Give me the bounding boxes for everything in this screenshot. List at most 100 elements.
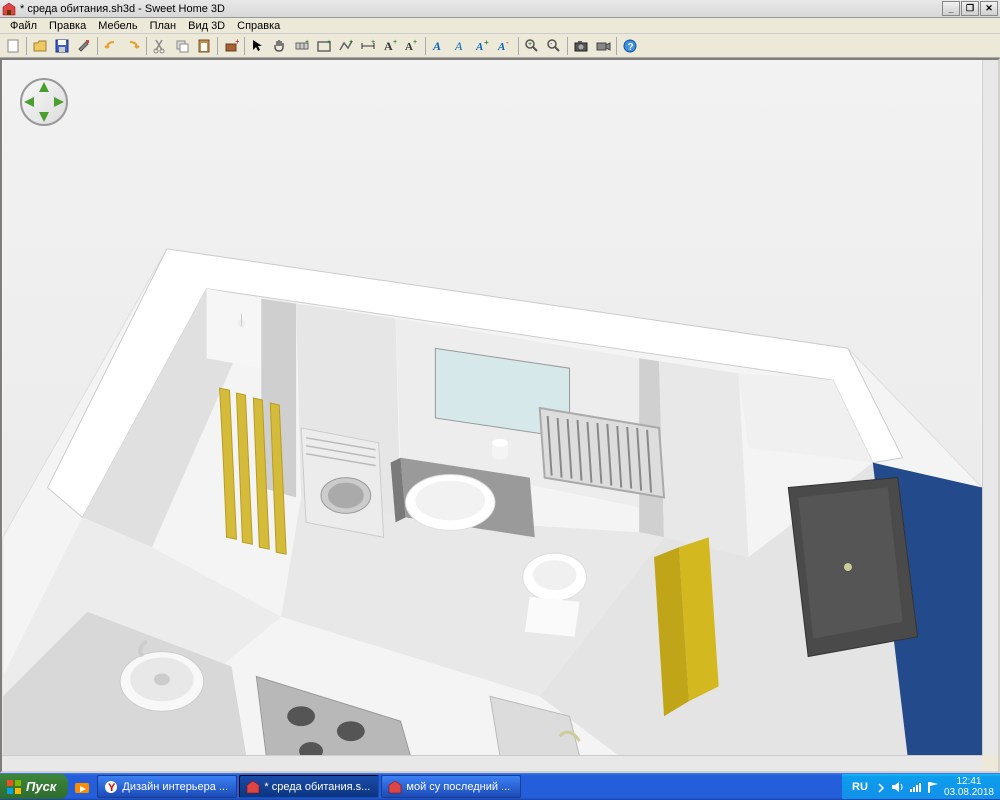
preferences-button[interactable] [73,35,95,57]
yandex-icon: Y [104,780,118,794]
task-label-2: * среда обитания.s... [264,781,370,793]
sweethome-icon [246,780,260,794]
svg-text:+: + [393,39,397,46]
paste-button[interactable] [193,35,215,57]
quick-launch [68,777,96,797]
compass-up-icon[interactable] [39,82,49,92]
photo-button[interactable] [570,35,592,57]
compass-down-icon[interactable] [39,112,49,122]
svg-text:A: A [432,39,441,53]
svg-text:+: + [349,39,353,46]
svg-text:+: + [413,39,417,46]
cut-button[interactable] [149,35,171,57]
dimension-tool[interactable]: + [357,35,379,57]
scroll-corner [982,755,998,771]
clock-date: 03.08.2018 [944,787,994,798]
select-tool[interactable] [247,35,269,57]
open-button[interactable] [29,35,51,57]
language-indicator[interactable]: RU [848,781,872,793]
title-bar: * среда обитания.sh3d - Sweet Home 3D _ … [0,0,1000,18]
separator [26,37,27,55]
compass-left-icon[interactable] [24,97,34,107]
separator [616,37,617,55]
save-button[interactable] [51,35,73,57]
room-3d-render [2,60,982,755]
separator [244,37,245,55]
minimize-button[interactable]: _ [942,1,960,16]
add-furniture-button[interactable]: + [220,35,242,57]
volume-icon[interactable] [890,780,904,794]
3d-viewport[interactable] [2,60,982,755]
svg-text:+: + [235,38,239,46]
menu-plan[interactable]: План [144,19,183,33]
start-button[interactable]: Пуск [0,774,68,799]
room-tool[interactable]: + [313,35,335,57]
maximize-button[interactable]: ❐ [961,1,979,16]
taskbar-task-sweethome2[interactable]: мой су последний ... [381,775,521,798]
quicklaunch-item-1[interactable] [72,777,92,797]
text-size-up[interactable]: A+ [472,35,494,57]
text-tool[interactable]: A+ [379,35,401,57]
separator [425,37,426,55]
separator [97,37,98,55]
menu-file[interactable]: Файл [4,19,43,33]
sweethome-icon [388,780,402,794]
horizontal-scrollbar[interactable] [2,755,982,771]
help-button[interactable]: ? [619,35,641,57]
svg-text:Y: Y [108,782,116,794]
start-label: Пуск [26,779,56,794]
wall-tool[interactable]: + [291,35,313,57]
text-size-down[interactable]: A- [494,35,516,57]
network-icon[interactable] [908,780,922,794]
window-title: * среда обитания.sh3d - Sweet Home 3D [20,3,942,15]
svg-text:?: ? [628,42,634,53]
copy-button[interactable] [171,35,193,57]
taskbar-task-browser[interactable]: Y Дизайн интерьера ... [97,775,237,798]
menu-help[interactable]: Справка [231,19,286,33]
text-italic[interactable]: A [450,35,472,57]
task-label-3: мой су последний ... [406,781,510,793]
new-button[interactable] [2,35,24,57]
tray-expand-icon[interactable] [876,780,886,794]
app-icon [2,2,16,16]
text-bold[interactable]: A [428,35,450,57]
text-tool-2[interactable]: A+ [401,35,423,57]
svg-text:+: + [484,38,489,47]
toolbar: + + + + + A+ A+ A A A+ A- + - ? [0,34,1000,58]
pan-tool[interactable] [269,35,291,57]
clock[interactable]: 12:41 03.08.2018 [944,776,994,798]
vertical-scrollbar[interactable] [982,60,998,755]
separator [518,37,519,55]
svg-text:A: A [405,41,413,53]
menu-view3d[interactable]: Вид 3D [182,19,231,33]
taskbar-task-sweethome[interactable]: * среда обитания.s... [239,775,379,798]
clock-time: 12:41 [944,776,994,787]
redo-button[interactable] [122,35,144,57]
video-button[interactable] [592,35,614,57]
polyline-tool[interactable]: + [335,35,357,57]
flag-icon[interactable] [926,780,940,794]
undo-button[interactable] [100,35,122,57]
task-label-1: Дизайн интерьера ... [122,781,228,793]
separator [567,37,568,55]
menu-furniture[interactable]: Мебель [92,19,143,33]
separator [146,37,147,55]
svg-text:-: - [550,41,553,48]
svg-text:-: - [506,38,509,47]
close-button[interactable]: ✕ [980,1,998,16]
separator [217,37,218,55]
svg-text:A: A [475,41,483,53]
taskbar: Пуск Y Дизайн интерьера ... * среда обит… [0,773,1000,800]
windows-logo-icon [6,779,22,795]
view-compass[interactable] [20,78,68,126]
menu-edit[interactable]: Правка [43,19,92,33]
zoom-in-button[interactable]: + [521,35,543,57]
system-tray: RU 12:41 03.08.2018 [842,774,1000,799]
svg-text:+: + [371,39,375,46]
menu-bar: Файл Правка Мебель План Вид 3D Справка [0,18,1000,34]
compass-right-icon[interactable] [54,97,64,107]
svg-text:+: + [528,41,532,48]
svg-text:+: + [327,39,331,46]
svg-text:A: A [384,39,393,53]
zoom-out-button[interactable]: - [543,35,565,57]
